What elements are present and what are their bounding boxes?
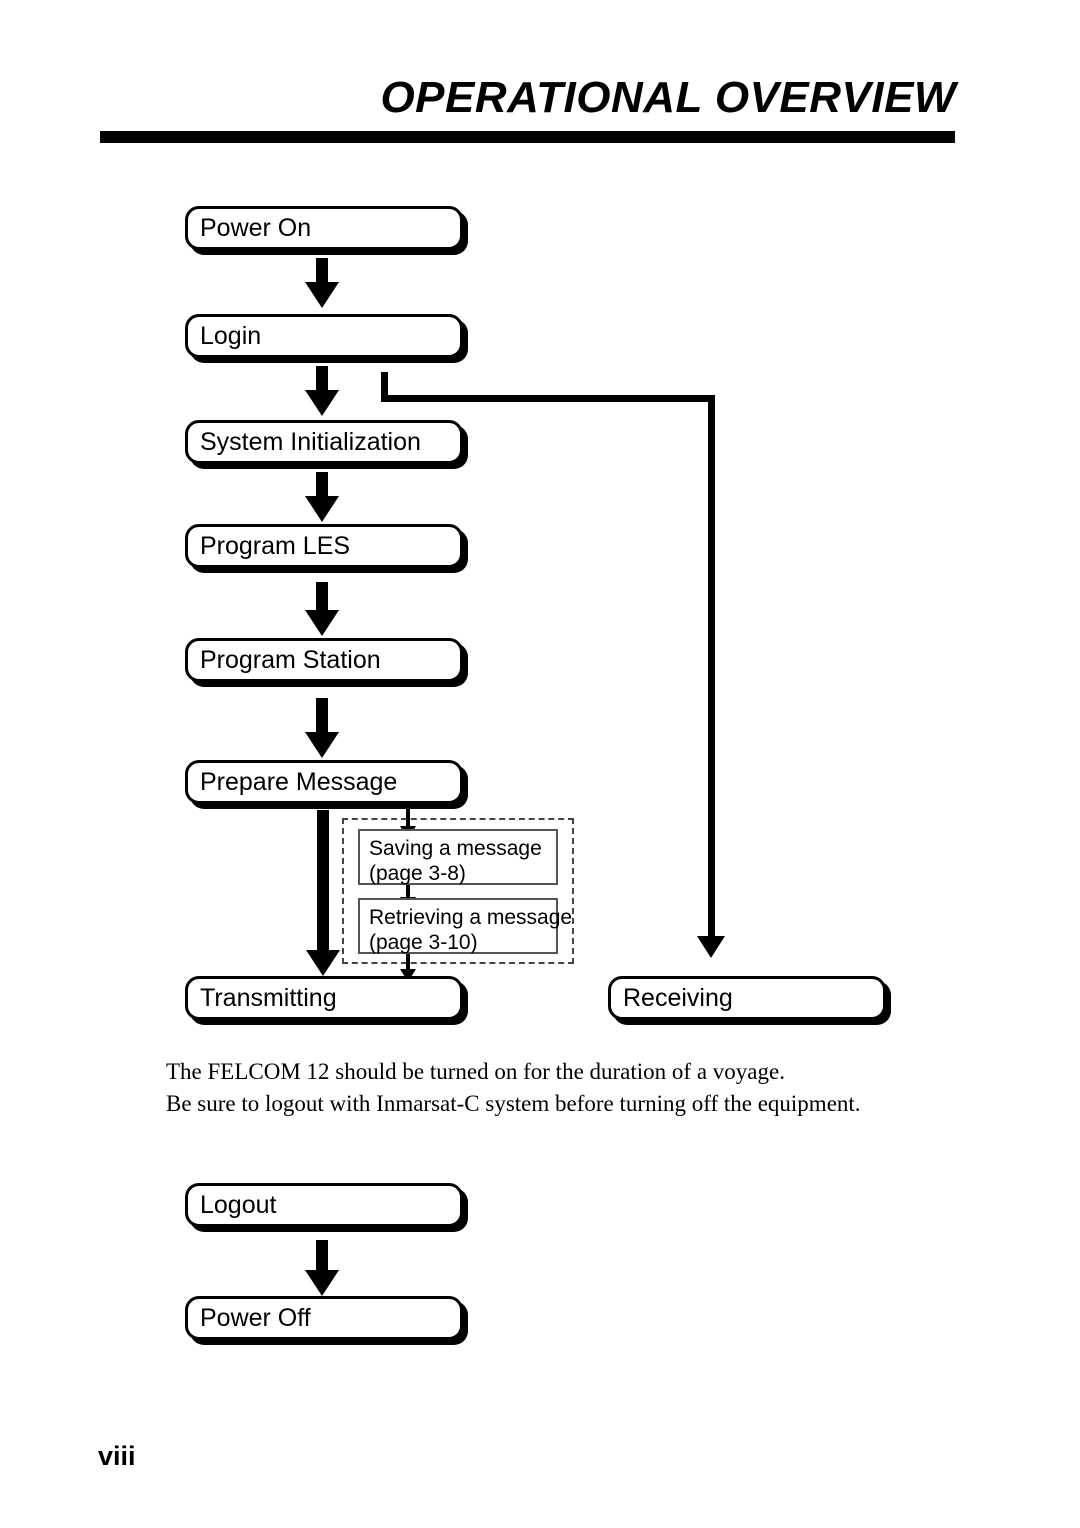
optional-node-retrieving-a-message: Retrieving a message (page 3-10) — [358, 898, 573, 954]
flow-node-label: Login — [200, 322, 262, 350]
branch-connector-horizontal — [381, 395, 715, 402]
flow-node-label: Program LES — [200, 532, 351, 560]
branch-connector-vertical-drop — [708, 395, 715, 938]
flow-node-login: Login — [185, 314, 463, 358]
flow-node-power-on: Power On — [185, 206, 463, 250]
flow-node-program-les: Program LES — [185, 524, 463, 568]
flow-node-label: Power On — [200, 214, 312, 242]
branch-connector-arrowhead — [697, 936, 725, 958]
optional-node-line1: Saving a message — [369, 837, 542, 860]
flow-node-program-station: Program Station — [185, 638, 463, 682]
flow-node-receiving: Receiving — [608, 976, 886, 1020]
flow-node-label: Prepare Message — [200, 768, 398, 796]
flow-node-system-initialization: System Initialization — [185, 420, 463, 464]
flow-node-label: Power Off — [200, 1304, 311, 1332]
page-title: OPERATIONAL OVERVIEW — [380, 73, 956, 122]
optional-node-saving-a-message: Saving a message (page 3-8) — [358, 829, 558, 885]
flow-node-prepare-message: Prepare Message — [185, 760, 463, 804]
arrow-power-on-to-login — [304, 258, 340, 308]
document-page: OPERATIONAL OVERVIEW Power On Login Syst… — [0, 0, 1080, 1528]
flow-node-label: Program Station — [200, 646, 381, 674]
title-rule — [100, 131, 955, 143]
note-text: The FELCOM 12 should be turned on for th… — [166, 1056, 966, 1120]
note-line-2: Be sure to logout with Inmarsat-C system… — [166, 1091, 861, 1116]
optional-node-line2: (page 3-8) — [369, 862, 466, 885]
flow-node-label: System Initialization — [200, 428, 421, 456]
note-line-1: The FELCOM 12 should be turned on for th… — [166, 1059, 785, 1084]
flow-node-logout: Logout — [185, 1183, 463, 1227]
arrow-prepare-message-to-transmitting — [306, 810, 340, 976]
arrow-login-to-system-initialization — [304, 366, 340, 416]
optional-node-line2: (page 3-10) — [369, 931, 478, 954]
arrow-logout-to-power-off — [304, 1240, 340, 1296]
flow-node-transmitting: Transmitting — [185, 976, 463, 1020]
page-number: viii — [98, 1441, 136, 1471]
arrow-system-initialization-to-program-les — [304, 472, 340, 522]
arrow-program-station-to-prepare-message — [304, 698, 340, 758]
optional-node-line1: Retrieving a message — [369, 906, 573, 929]
flow-node-label: Transmitting — [200, 984, 337, 1012]
flow-node-label: Logout — [200, 1191, 277, 1219]
arrow-program-les-to-program-station — [304, 582, 340, 636]
flow-node-power-off: Power Off — [185, 1296, 463, 1340]
flow-node-label: Receiving — [623, 984, 733, 1012]
